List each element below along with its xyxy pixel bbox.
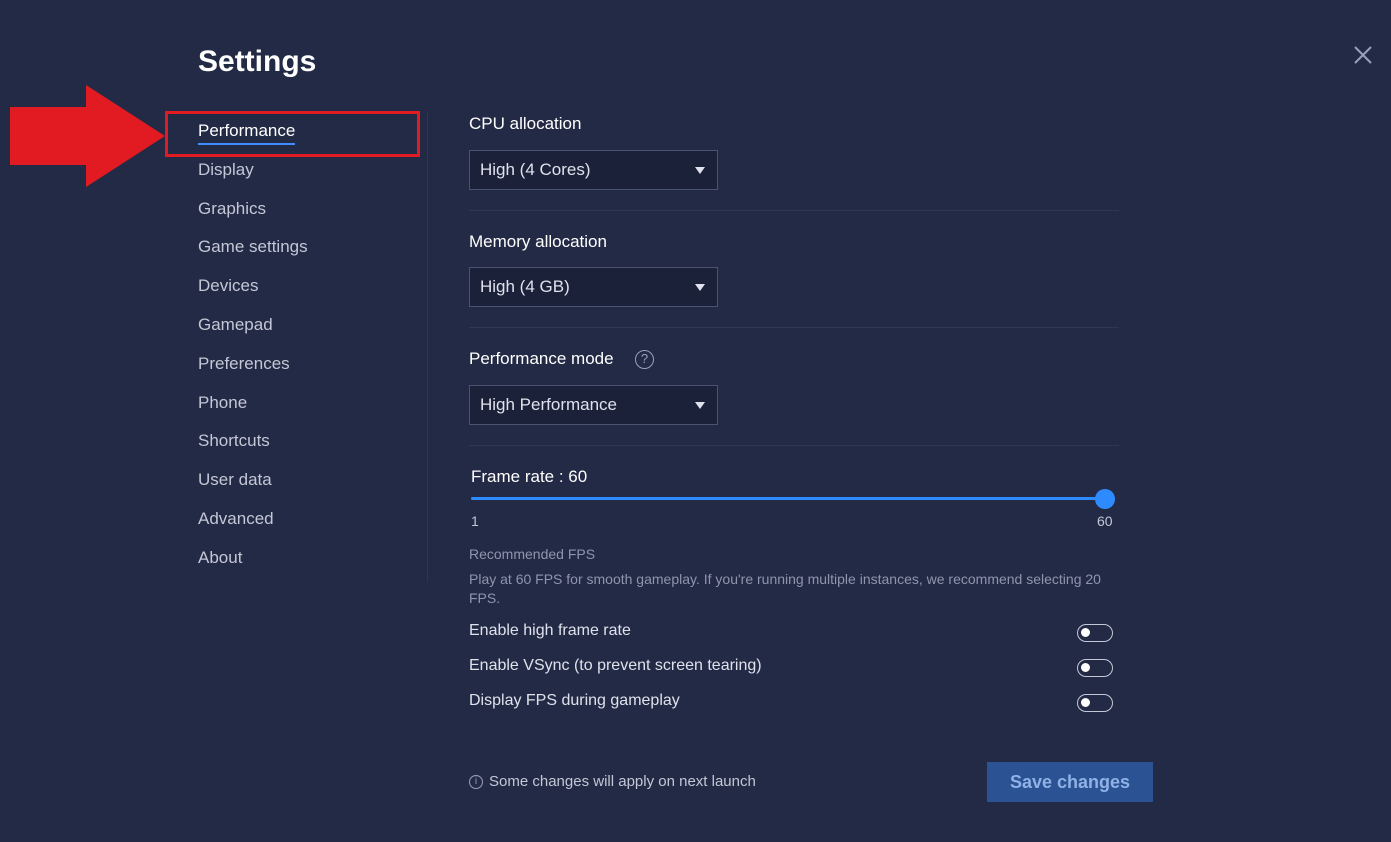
toggle-knob bbox=[1081, 628, 1090, 637]
vsync-toggle[interactable] bbox=[1077, 659, 1113, 677]
sidebar-item-advanced[interactable]: Advanced bbox=[198, 500, 418, 539]
info-icon: i bbox=[469, 775, 483, 789]
recommended-fps-title: Recommended FPS bbox=[469, 546, 596, 562]
section-divider bbox=[469, 210, 1119, 211]
section-divider bbox=[469, 327, 1119, 328]
caret-down-icon bbox=[695, 167, 705, 174]
frame-rate-label: Frame rate : 60 bbox=[471, 467, 588, 486]
settings-window: Settings Performance Display Graphics Ga… bbox=[0, 0, 1391, 842]
slider-max-label: 60 bbox=[1097, 513, 1113, 529]
toggle-knob bbox=[1081, 698, 1090, 707]
performance-mode-value: High Performance bbox=[480, 395, 618, 414]
sidebar-item-phone[interactable]: Phone bbox=[198, 384, 418, 423]
toggle-row-vsync: Enable VSync (to prevent screen tearing) bbox=[469, 657, 1115, 681]
sidebar-item-gamepad[interactable]: Gamepad bbox=[198, 306, 418, 345]
sidebar-item-about[interactable]: About bbox=[198, 539, 418, 578]
recommended-fps-text: Play at 60 FPS for smooth gameplay. If y… bbox=[469, 571, 1101, 606]
slider-min-label: 1 bbox=[471, 513, 479, 529]
slider-fill bbox=[471, 497, 1105, 500]
sidebar-divider bbox=[427, 112, 428, 582]
slider-thumb[interactable] bbox=[1095, 489, 1115, 509]
annotation-arrow-icon bbox=[10, 85, 165, 187]
cpu-allocation-select[interactable]: High (4 Cores) bbox=[469, 150, 718, 190]
close-icon[interactable] bbox=[1350, 42, 1376, 68]
toggle-label: Enable VSync (to prevent screen tearing) bbox=[469, 657, 762, 674]
frame-rate-slider[interactable] bbox=[471, 489, 1115, 511]
display-fps-toggle[interactable] bbox=[1077, 694, 1113, 712]
performance-mode-select[interactable]: High Performance bbox=[469, 385, 718, 425]
sidebar-item-graphics[interactable]: Graphics bbox=[198, 190, 418, 229]
toggle-label: Enable high frame rate bbox=[469, 622, 631, 639]
cpu-allocation-value: High (4 Cores) bbox=[480, 160, 591, 179]
restart-note: Some changes will apply on next launch bbox=[489, 773, 756, 790]
sidebar-item-game-settings[interactable]: Game settings bbox=[198, 228, 418, 267]
high-frame-rate-toggle[interactable] bbox=[1077, 624, 1113, 642]
memory-allocation-label: Memory allocation bbox=[469, 232, 607, 251]
section-divider bbox=[469, 445, 1119, 446]
page-title: Settings bbox=[198, 45, 317, 78]
annotation-highlight-box bbox=[165, 111, 420, 157]
memory-allocation-select[interactable]: High (4 GB) bbox=[469, 267, 718, 307]
cpu-allocation-label: CPU allocation bbox=[469, 114, 582, 133]
memory-allocation-value: High (4 GB) bbox=[480, 277, 570, 296]
sidebar-item-shortcuts[interactable]: Shortcuts bbox=[198, 422, 418, 461]
toggle-label: Display FPS during gameplay bbox=[469, 692, 680, 709]
help-icon[interactable]: ? bbox=[635, 350, 654, 369]
caret-down-icon bbox=[695, 402, 705, 409]
sidebar-item-preferences[interactable]: Preferences bbox=[198, 345, 418, 384]
settings-sidebar: Performance Display Graphics Game settin… bbox=[198, 112, 418, 578]
toggle-row-display-fps: Display FPS during gameplay bbox=[469, 692, 1115, 716]
performance-mode-label: Performance mode bbox=[469, 349, 614, 368]
sidebar-item-user-data[interactable]: User data bbox=[198, 461, 418, 500]
save-changes-button[interactable]: Save changes bbox=[987, 762, 1153, 802]
toggle-knob bbox=[1081, 663, 1090, 672]
caret-down-icon bbox=[695, 284, 705, 291]
sidebar-item-devices[interactable]: Devices bbox=[198, 267, 418, 306]
toggle-row-high-frame-rate: Enable high frame rate bbox=[469, 622, 1115, 646]
